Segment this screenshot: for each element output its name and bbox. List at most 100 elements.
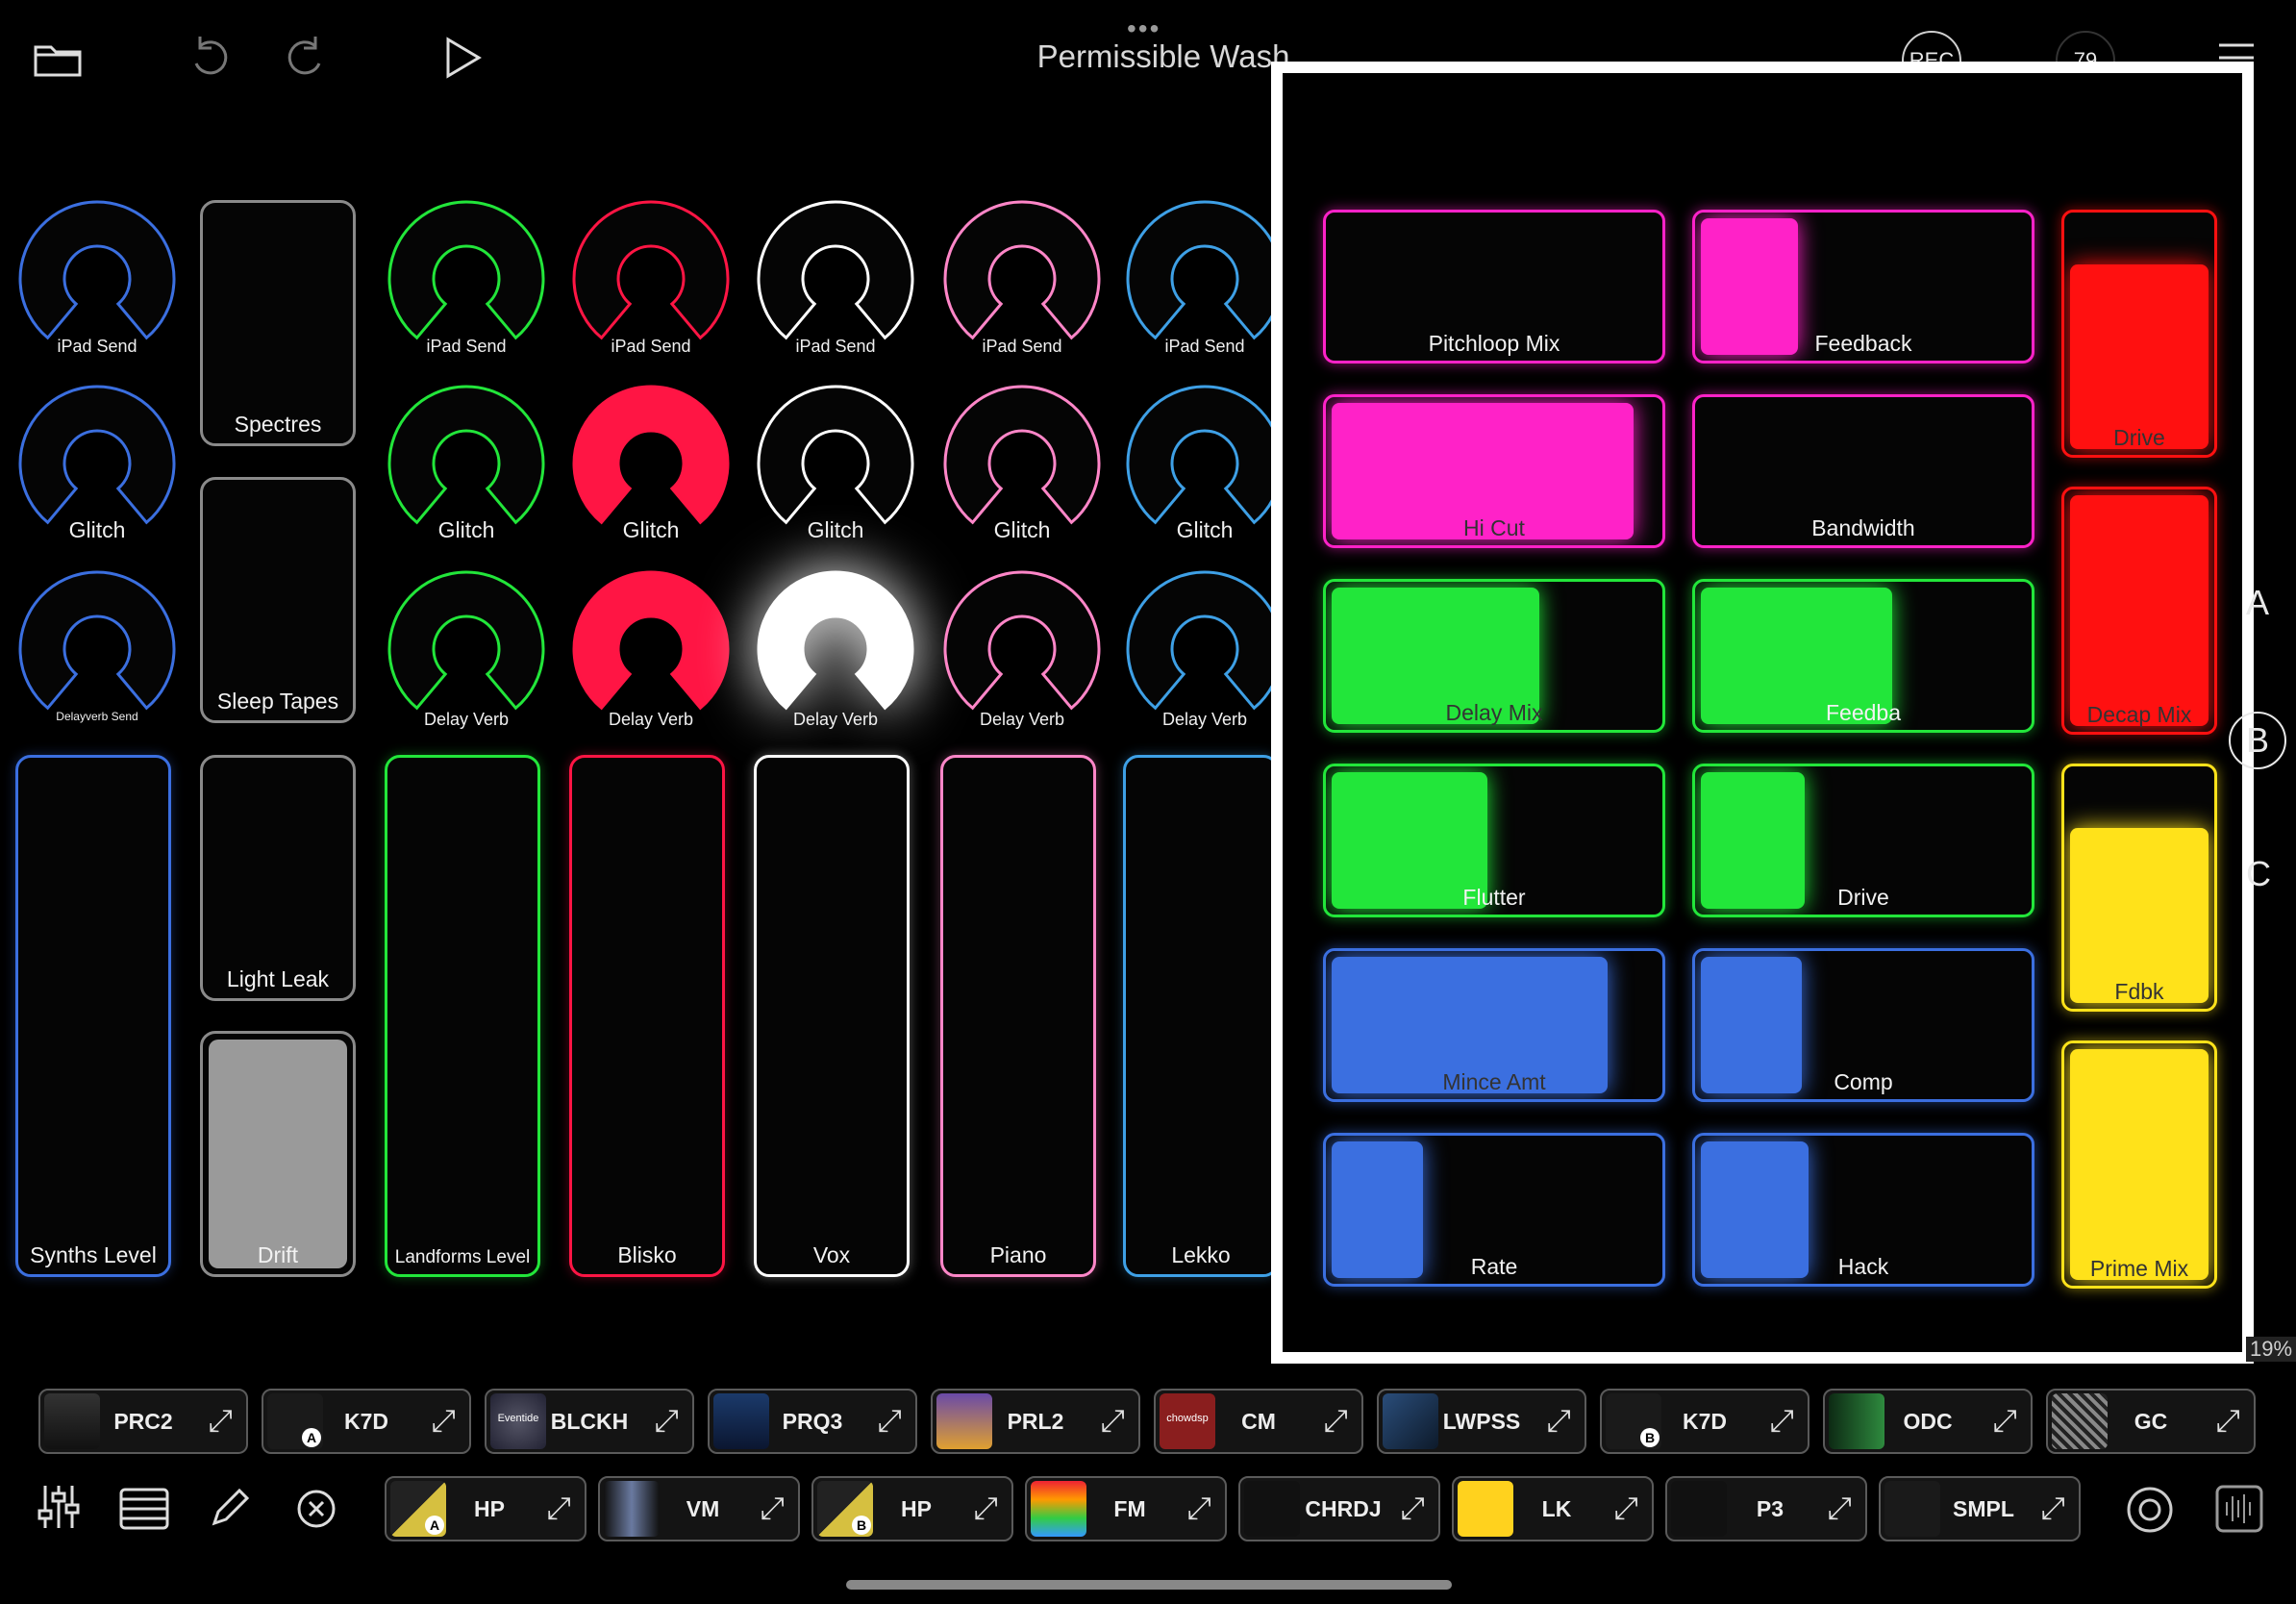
send-knob[interactable] <box>569 567 733 731</box>
plugin-slot[interactable]: PRC2 ⤢ <box>38 1389 248 1454</box>
plugin-slot[interactable]: ODC ⤢ <box>1823 1389 2033 1454</box>
waveform-icon[interactable] <box>2213 1483 2265 1535</box>
plugin-thumbnail-icon <box>713 1393 769 1449</box>
slot-badge: A <box>425 1516 444 1535</box>
plugin-label: PRC2 <box>113 1408 173 1434</box>
expand-icon[interactable]: ⤢ <box>1769 1403 1794 1440</box>
macro-spectres[interactable]: Spectres <box>200 200 356 446</box>
expand-icon[interactable]: ⤢ <box>973 1491 998 1527</box>
channel-fader[interactable]: Lekko <box>1123 755 1279 1277</box>
plugin-thumbnail-icon <box>1829 1393 1884 1449</box>
pad-label: Pitchloop Mix <box>1428 331 1560 356</box>
expand-icon[interactable]: ⤢ <box>654 1403 679 1440</box>
macro-pad[interactable]: Feedba <box>1692 579 2034 733</box>
send-knob[interactable] <box>1123 567 1286 731</box>
expand-icon[interactable]: ⤢ <box>1546 1403 1571 1440</box>
list-icon[interactable] <box>117 1485 171 1533</box>
macro-pad[interactable]: Drive <box>1692 764 2034 917</box>
macro-pad[interactable]: Fdbk <box>2061 764 2217 1012</box>
macro-pad[interactable]: Delay Mix <box>1323 579 1665 733</box>
macro-pad[interactable]: Hack <box>1692 1133 2034 1287</box>
expand-icon[interactable]: ⤢ <box>1613 1491 1638 1527</box>
plugin-slot[interactable]: SMPL ⤢ <box>1879 1476 2081 1541</box>
expand-icon[interactable]: ⤢ <box>431 1403 456 1440</box>
plugin-slot[interactable]: LK ⤢ <box>1452 1476 1654 1541</box>
macro-pad[interactable]: Decap Mix <box>2061 487 2217 735</box>
plugin-slot[interactable]: chowdsp CM ⤢ <box>1154 1389 1363 1454</box>
plugin-slot[interactable]: VM ⤢ <box>598 1476 800 1541</box>
redo-icon[interactable] <box>279 31 333 85</box>
play-icon[interactable] <box>438 33 488 83</box>
expand-icon[interactable]: ⤢ <box>877 1403 902 1440</box>
expand-icon[interactable]: ⤢ <box>546 1491 571 1527</box>
macro-pad[interactable]: Bandwidth <box>1692 394 2034 548</box>
pad-fill <box>2070 264 2209 449</box>
send-knob[interactable] <box>940 567 1104 731</box>
plugin-slot[interactable]: P3 ⤢ <box>1665 1476 1867 1541</box>
plugin-slot[interactable]: B K7D ⤢ <box>1600 1389 1809 1454</box>
plugin-thumbnail-icon: A <box>267 1393 323 1449</box>
scene-c-label[interactable]: C <box>2246 854 2271 894</box>
plugin-slot[interactable]: PRL2 ⤢ <box>931 1389 1140 1454</box>
settings-icon[interactable] <box>2123 1483 2177 1537</box>
plugin-slot[interactable]: CHRDJ ⤢ <box>1238 1476 1440 1541</box>
folder-icon[interactable] <box>29 35 87 83</box>
pad-label: Feedback <box>1814 331 1912 356</box>
mixer-icon[interactable] <box>35 1481 83 1533</box>
macro-pad[interactable]: Flutter <box>1323 764 1665 917</box>
macro-pad[interactable]: Prime Mix <box>2061 1040 2217 1289</box>
pad-fill <box>2070 1049 2209 1280</box>
send-knob[interactable] <box>15 567 179 731</box>
plugin-slot[interactable]: Eventide BLCKH ⤢ <box>485 1389 694 1454</box>
macro-pad[interactable]: Mince Amt <box>1323 948 1665 1102</box>
channel-fader[interactable]: Blisko <box>569 755 725 1277</box>
macro-pad[interactable]: Feedback <box>1692 210 2034 363</box>
channel-fader[interactable]: Piano <box>940 755 1096 1277</box>
expand-icon[interactable]: ⤢ <box>1827 1491 1852 1527</box>
macro-drift[interactable]: Drift <box>200 1031 356 1277</box>
pad-label: Mince Amt <box>1442 1069 1546 1094</box>
plugin-label: CM <box>1241 1408 1276 1434</box>
scene-b-button[interactable]: B <box>2229 712 2286 769</box>
macro-light-leak[interactable]: Light Leak <box>200 755 356 1001</box>
plugin-slot[interactable]: PRQ3 ⤢ <box>708 1389 917 1454</box>
plugin-slot[interactable]: GC ⤢ <box>2046 1389 2256 1454</box>
send-knob[interactable] <box>754 567 917 731</box>
expand-icon[interactable]: ⤢ <box>2215 1403 2240 1440</box>
plugin-slot[interactable]: A K7D ⤢ <box>262 1389 471 1454</box>
pad-label: Drive <box>2113 425 2165 450</box>
fader-label: Landforms Level <box>394 1247 531 1267</box>
knob-label: Glitch <box>68 517 126 542</box>
channel-fader[interactable]: Vox <box>754 755 910 1277</box>
plugin-label: LWPSS <box>1442 1408 1521 1434</box>
channel-fader[interactable]: Landforms Level <box>385 755 540 1277</box>
expand-icon[interactable]: ⤢ <box>1400 1491 1425 1527</box>
plugin-slot[interactable]: A HP ⤢ <box>385 1476 586 1541</box>
channel-fader[interactable]: Synths Level <box>15 755 171 1277</box>
undo-icon[interactable] <box>183 31 237 85</box>
macro-sleep-tapes[interactable]: Sleep Tapes <box>200 477 356 723</box>
plugin-thumbnail-icon <box>1458 1481 1513 1537</box>
expand-icon[interactable]: ⤢ <box>760 1491 785 1527</box>
scene-a-label[interactable]: A <box>2246 583 2269 623</box>
pencil-icon[interactable] <box>206 1483 254 1533</box>
expand-icon[interactable]: ⤢ <box>208 1403 233 1440</box>
macro-pad[interactable]: Pitchloop Mix <box>1323 210 1665 363</box>
expand-icon[interactable]: ⤢ <box>1323 1403 1348 1440</box>
plugin-slot[interactable]: LWPSS ⤢ <box>1377 1389 1586 1454</box>
plugin-thumbnail-icon <box>1383 1393 1438 1449</box>
close-circle-icon[interactable] <box>294 1487 338 1531</box>
macro-pad[interactable]: Hi Cut <box>1323 394 1665 548</box>
expand-icon[interactable]: ⤢ <box>2040 1491 2065 1527</box>
plugin-slot[interactable]: FM ⤢ <box>1025 1476 1227 1541</box>
macro-pad[interactable]: Comp <box>1692 948 2034 1102</box>
macro-pad[interactable]: Rate <box>1323 1133 1665 1287</box>
expand-icon[interactable]: ⤢ <box>1992 1403 2017 1440</box>
expand-icon[interactable]: ⤢ <box>1186 1491 1211 1527</box>
expand-icon[interactable]: ⤢ <box>1100 1403 1125 1440</box>
send-knob[interactable] <box>385 567 548 731</box>
macro-pad[interactable]: Drive <box>2061 210 2217 458</box>
plugin-thumbnail-icon: A <box>390 1481 446 1537</box>
plugin-slot[interactable]: B HP ⤢ <box>811 1476 1013 1541</box>
thumbnail-text: Eventide <box>497 1413 539 1424</box>
